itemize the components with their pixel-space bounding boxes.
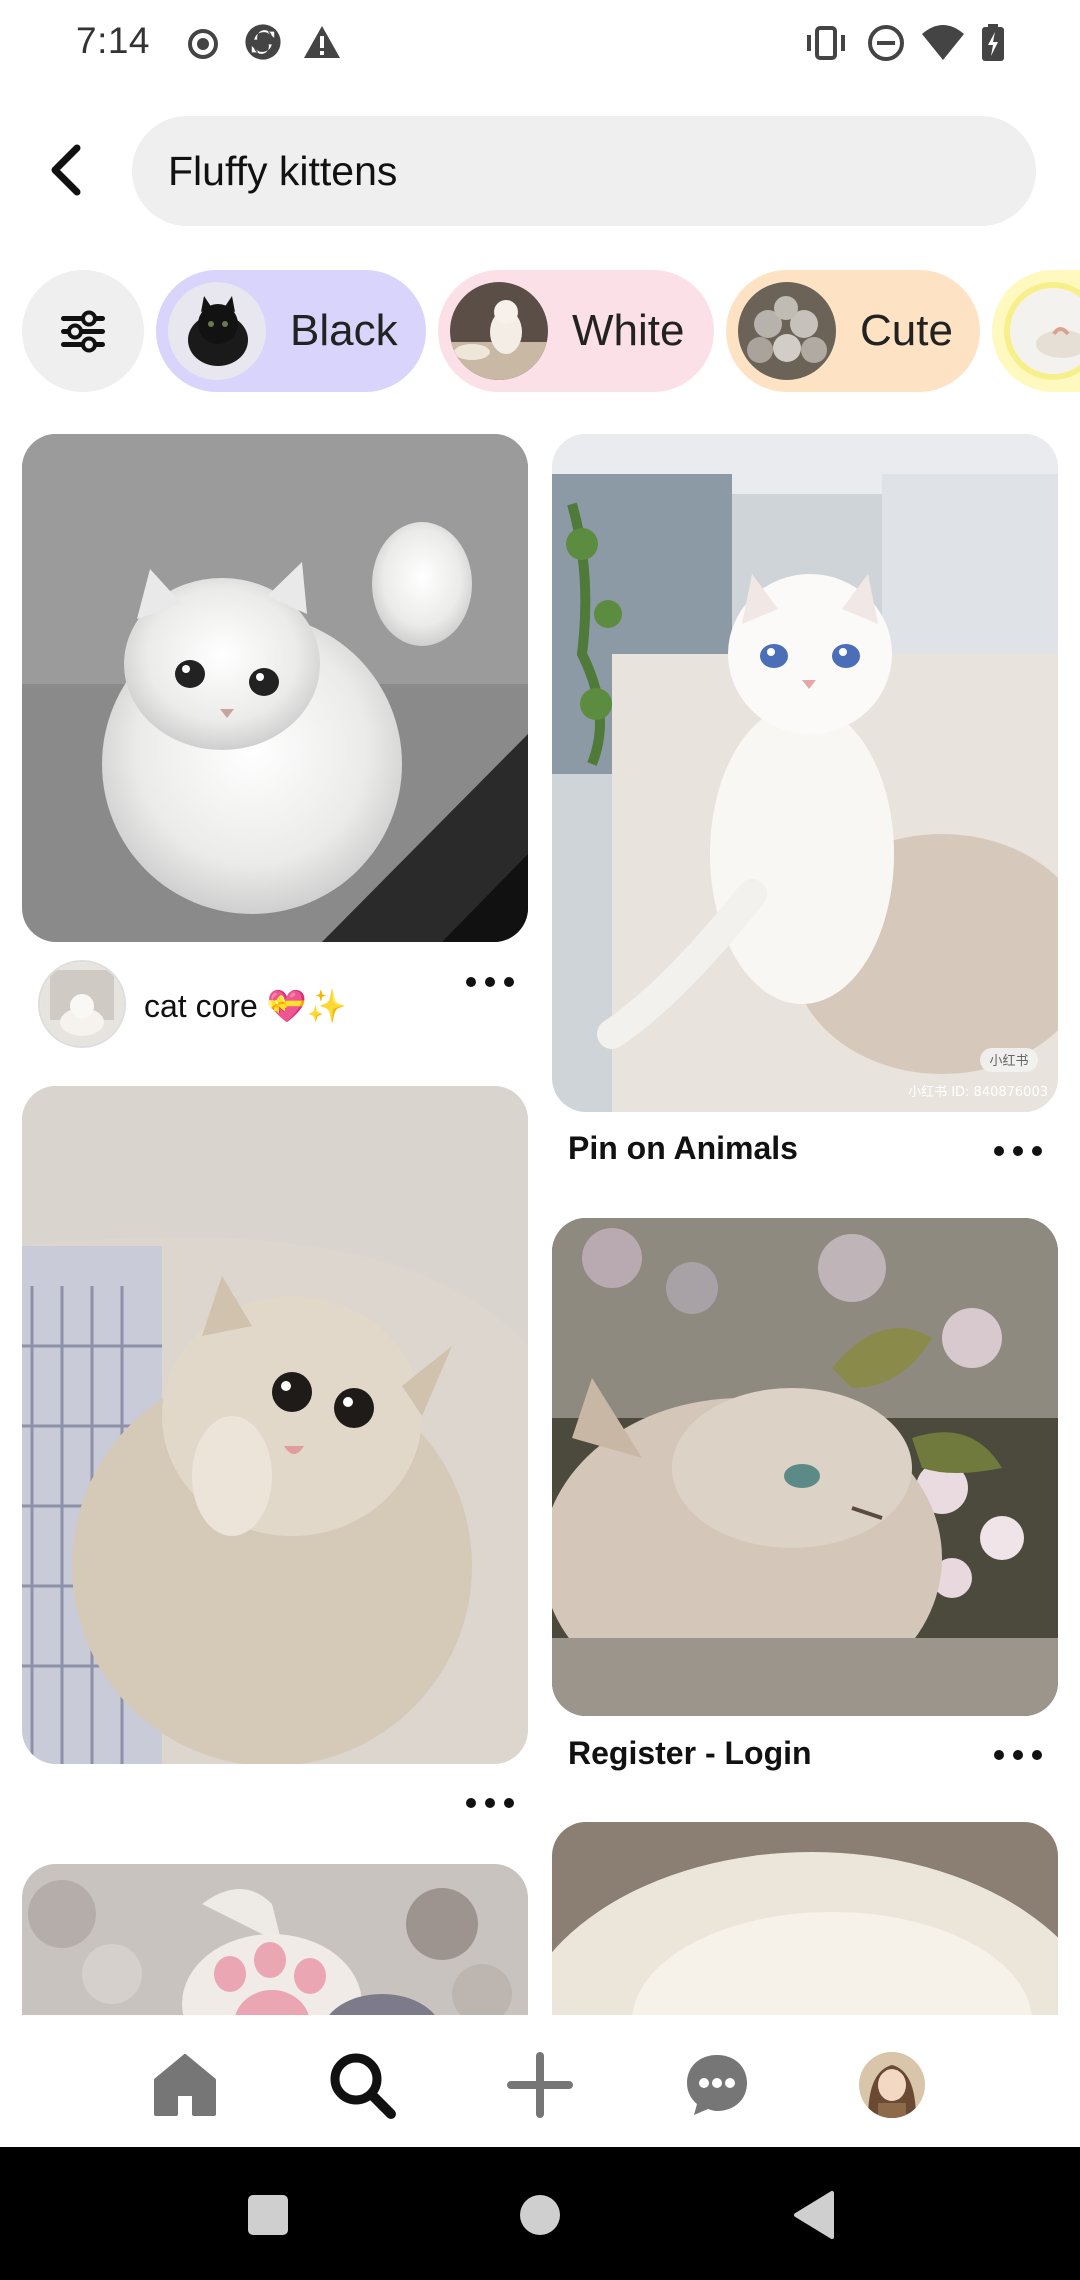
chip-cute[interactable]: Cute — [726, 270, 980, 392]
warning-icon — [304, 26, 340, 58]
search-query: Fluffy kittens — [168, 148, 398, 194]
chip-black-thumbnail — [168, 282, 266, 380]
system-navigation-bar — [0, 2147, 1080, 2280]
pin-image-3[interactable] — [22, 1086, 528, 1764]
pin-3-more-button[interactable] — [460, 1788, 520, 1818]
vibrate-icon — [807, 26, 845, 60]
record-icon — [188, 29, 218, 59]
status-time: 7:14 — [76, 20, 151, 61]
home-icon — [154, 2054, 216, 2116]
add-icon — [507, 2052, 573, 2118]
pin-image-1[interactable] — [22, 434, 528, 942]
nav-search[interactable] — [322, 2045, 402, 2125]
chevron-left-icon — [51, 144, 81, 196]
back-button[interactable] — [30, 130, 100, 210]
chip-white[interactable]: White — [438, 270, 714, 392]
pin-1-more-button[interactable] — [460, 967, 520, 997]
home-button[interactable] — [510, 2185, 570, 2245]
sliders-icon — [61, 310, 105, 353]
chip-white-thumbnail — [450, 282, 548, 380]
pin-1-title[interactable]: cat core 💝✨ — [144, 987, 346, 1025]
pin-image-2[interactable]: 小红书 小红书 ID: 840876003 — [552, 434, 1058, 1112]
watermark-brand: 小红书 — [989, 1053, 1028, 1069]
pin-1-author-avatar[interactable] — [38, 960, 126, 1048]
pin-2-more-button[interactable] — [988, 1136, 1048, 1166]
search-input[interactable]: Fluffy kittens — [132, 116, 1036, 226]
search-icon — [330, 2053, 396, 2119]
status-bar: 7:14 — [0, 0, 1080, 90]
bottom-nav — [0, 2015, 1080, 2147]
sync-icon — [245, 24, 281, 60]
chip-next[interactable] — [992, 270, 1080, 392]
wifi-icon — [922, 25, 964, 60]
chip-cute-label: Cute — [860, 306, 953, 355]
nav-home[interactable] — [145, 2045, 225, 2125]
chip-next-thumbnail — [1004, 282, 1080, 380]
recents-button[interactable] — [238, 2185, 298, 2245]
pin-image-4[interactable] — [552, 1218, 1058, 1716]
nav-create[interactable] — [500, 2045, 580, 2125]
back-nav-button[interactable] — [784, 2185, 844, 2245]
battery-icon — [982, 24, 1004, 61]
filters-button[interactable] — [22, 270, 144, 392]
pin-4-more-button[interactable] — [988, 1740, 1048, 1770]
screen: 7:14 Fluffy kittens Black White Cute cat… — [0, 0, 1080, 2280]
pin-4-title[interactable]: Register - Login — [568, 1735, 812, 1772]
nav-profile[interactable] — [852, 2045, 932, 2125]
messages-icon — [687, 2055, 747, 2115]
chip-black[interactable]: Black — [156, 270, 426, 392]
chip-cute-thumbnail — [738, 282, 836, 380]
do-not-disturb-icon — [868, 25, 904, 61]
pin-2-title[interactable]: Pin on Animals — [568, 1130, 798, 1167]
chip-white-label: White — [572, 306, 685, 355]
chip-black-label: Black — [290, 306, 398, 355]
filter-chips: Black White Cute — [0, 268, 1080, 394]
profile-avatar — [859, 2052, 925, 2118]
nav-messages[interactable] — [677, 2045, 757, 2125]
watermark-id: 小红书 ID: 840876003 — [908, 1084, 1048, 1100]
